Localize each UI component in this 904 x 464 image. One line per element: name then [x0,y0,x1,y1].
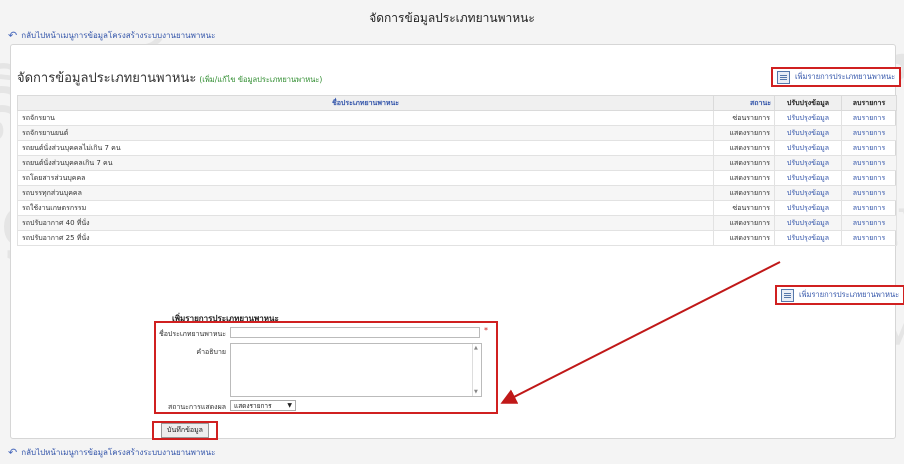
delete-link[interactable]: ลบรายการ [841,140,897,156]
table-row: รถยนต์นั่งส่วนบุคคลเกิน 7 คน แสดงรายการ ปร… [17,155,897,171]
status-select[interactable]: แสดงรายการ ▼ [230,400,296,411]
col-header-delete: ลบรายการ [841,95,897,111]
table-row: รถบรรทุกส่วนบุคคล แสดงรายการ ปรับปรุงข้อมู… [17,185,897,201]
add-button-label: เพิ่มรายการประเภทยานพาหนะ [795,72,896,81]
panel-subheading[interactable]: (เพิ่ม/แก้ไข ข้อมูลประเภทยานพาหนะ) [199,74,322,86]
col-header-edit: ปรับปรุงข้อมูล [774,95,842,111]
delete-link[interactable]: ลบรายการ [841,215,897,231]
back-arrow-icon: ↶ [8,28,18,42]
cell-name: รถจักรยานยนต์ [17,125,714,141]
cell-name: รถยนต์นั่งส่วนบุคคลไม่เกิน 7 คน [17,140,714,156]
cell-name: รถบรรทุกส่วนบุคคล [17,185,714,201]
table-row: รถปรับอากาศ 40 ที่นั่ง แสดงรายการ ปรับปรุง… [17,215,897,231]
table-row: รถโดยสารส่วนบุคคล แสดงรายการ ปรับปรุงข้อมู… [17,170,897,186]
description-textarea[interactable] [230,343,482,397]
name-label: ชื่อประเภทยานพาหนะ [158,330,226,338]
cell-status: แสดงรายการ [713,230,775,246]
page-title: จัดการข้อมูลประเภทยานพาหนะ [369,11,535,25]
cell-name: รถปรับอากาศ 25 ที่นั่ง [17,230,714,246]
edit-link[interactable]: ปรับปรุงข้อมูล [774,170,842,186]
edit-link[interactable]: ปรับปรุงข้อมูล [774,140,842,156]
edit-link[interactable]: ปรับปรุงข้อมูล [774,185,842,201]
save-button-highlight: บันทึกข้อมูล [152,421,218,440]
status-select-value: แสดงรายการ [234,401,272,410]
add-vehicle-type-button-top[interactable]: เพิ่มรายการประเภทยานพาหนะ [771,67,902,87]
col-header-name[interactable]: ชื่อประเภทยานพาหนะ [17,95,714,111]
table-row: รถยนต์นั่งส่วนบุคคลไม่เกิน 7 คน แสดงรายกา… [17,140,897,156]
edit-link[interactable]: ปรับปรุงข้อมูล [774,125,842,141]
cell-name: รถยนต์นั่งส่วนบุคคลเกิน 7 คน [17,155,714,171]
status-label: สถานะการแสดงผล [167,403,226,411]
cell-status: ซ่อนรายการ [713,110,775,126]
description-label: คำอธิบาย [196,348,226,356]
vehicle-type-name-input[interactable] [230,327,480,338]
back-link-top[interactable]: ↶ กลับไปหน้าเมนูการข้อมูลโครงสร้างระบบงา… [8,28,215,42]
edit-link[interactable]: ปรับปรุงข้อมูล [774,230,842,246]
delete-link[interactable]: ลบรายการ [841,155,897,171]
table-row: รถจักรยาน ซ่อนรายการ ปรับปรุงข้อมูล ลบรายกา… [17,110,897,126]
add-list-icon [781,288,794,302]
edit-link[interactable]: ปรับปรุงข้อมูล [774,215,842,231]
vehicle-type-table: ชื่อประเภทยานพาหนะ สถานะ ปรับปรุงข้อมูล … [17,95,897,246]
delete-link[interactable]: ลบรายการ [841,200,897,216]
cell-status: แสดงรายการ [713,185,775,201]
chevron-down-icon: ▼ [287,402,292,409]
edit-link[interactable]: ปรับปรุงข้อมูล [774,200,842,216]
table-row: รถปรับอากาศ 25 ที่นั่ง แสดงรายการ ปรับปรุง… [17,230,897,246]
col-header-status[interactable]: สถานะ [713,95,775,111]
panel-heading: จัดการข้อมูลประเภทยานพาหนะ (เพิ่ม/แก้ไข … [17,67,322,88]
delete-link[interactable]: ลบรายการ [841,170,897,186]
edit-link[interactable]: ปรับปรุงข้อมูล [774,155,842,171]
cell-status: แสดงรายการ [713,140,775,156]
delete-link[interactable]: ลบรายการ [841,110,897,126]
back-link-label: กลับไปหน้าเมนูการข้อมูลโครงสร้างระบบงานย… [21,30,216,40]
cell-name: รถโดยสารส่วนบุคคล [17,170,714,186]
add-list-icon [777,70,790,84]
add-vehicle-type-button-bottom[interactable]: เพิ่มรายการประเภทยานพาหนะ [775,285,904,305]
delete-link[interactable]: ลบรายการ [841,230,897,246]
edit-link[interactable]: ปรับปรุงข้อมูล [774,110,842,126]
delete-link[interactable]: ลบรายการ [841,125,897,141]
panel-heading-text: จัดการข้อมูลประเภทยานพาหนะ [17,71,197,86]
table-header-row: ชื่อประเภทยานพาหนะ สถานะ ปรับปรุงข้อมูล … [17,95,897,111]
save-button[interactable]: บันทึกข้อมูล [161,423,209,438]
textarea-scrollbar[interactable] [472,344,481,396]
delete-link[interactable]: ลบรายการ [841,185,897,201]
cell-status: แสดงรายการ [713,155,775,171]
back-link-bottom[interactable]: ↶ กลับไปหน้าเมนูการข้อมูลโครงสร้างระบบงา… [8,445,215,459]
cell-name: รถจักรยาน [17,110,714,126]
back-link-label: กลับไปหน้าเมนูการข้อมูลโครงสร้างระบบงานย… [21,447,216,457]
add-vehicle-type-form: ชื่อประเภทยานพาหนะ * คำอธิบาย สถานะการแส… [154,321,498,414]
cell-status: แสดงรายการ [713,215,775,231]
cell-name: รถใช้งานเกษตรกรรม [17,200,714,216]
back-arrow-icon: ↶ [8,445,18,459]
required-mark: * [484,326,488,335]
cell-status: แสดงรายการ [713,125,775,141]
table-row: รถใช้งานเกษตรกรรม ซ่อนรายการ ปรับปรุงข้อมู… [17,200,897,216]
cell-name: รถปรับอากาศ 40 ที่นั่ง [17,215,714,231]
add-button-label: เพิ่มรายการประเภทยานพาหนะ [799,290,900,299]
table-row: รถจักรยานยนต์ แสดงรายการ ปรับปรุงข้อมูล ลบร… [17,125,897,141]
cell-status: ซ่อนรายการ [713,200,775,216]
cell-status: แสดงรายการ [713,170,775,186]
